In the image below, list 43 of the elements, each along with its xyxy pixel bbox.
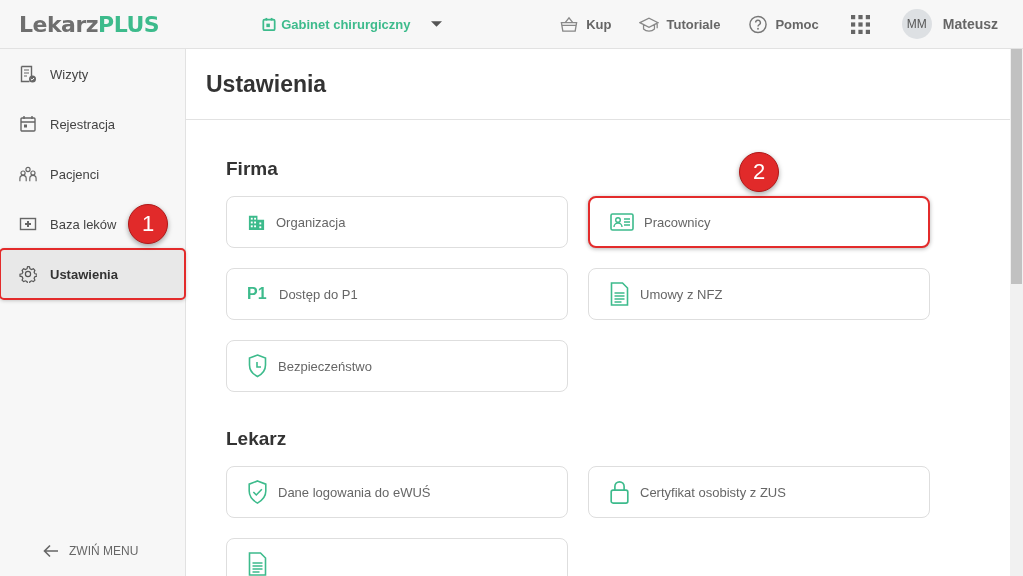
user-name[interactable]: Mateusz [942,16,998,32]
step-badge: 1 [128,204,168,244]
settings-icon [19,265,37,283]
document-check-icon [19,65,37,83]
page-title: Ustawienia [206,70,327,98]
settings-card[interactable] [226,538,568,576]
settings-card[interactable]: Organizacja [226,196,568,248]
shield-clock-icon [247,354,268,378]
document-icon [247,552,268,576]
buy-button[interactable]: Kup [559,14,612,34]
tutorials-button[interactable]: Tutoriale [639,14,721,34]
calendar-icon [19,115,37,133]
section-title: Firma [226,158,278,180]
people-icon [19,165,37,183]
lock-icon [609,480,630,504]
logo[interactable]: LekarzPLUS [19,11,160,37]
basket-icon [559,14,580,34]
calendar-icon [262,16,277,32]
shield-check-icon [247,480,268,504]
apps-grid-icon[interactable] [850,14,870,34]
step-badge: 2 [739,152,779,192]
sidebar-item[interactable]: Ustawienia [0,249,185,299]
settings-card[interactable]: Umowy z NFZ [588,268,930,320]
sidebar-item[interactable]: Wizyty [0,49,185,99]
caret-icon [431,21,443,27]
sidebar-item[interactable]: Pacjenci [0,149,185,199]
settings-card[interactable]: P1 Dostęp do P1 [226,268,568,320]
help-icon [748,14,769,34]
settings-card[interactable]: Pracownicy [588,196,930,248]
settings-card[interactable]: Certyfikat osobisty z ZUS [588,466,930,518]
scrollbar[interactable] [1010,49,1023,576]
id-card-icon [610,213,634,231]
help-button[interactable]: Pomoc [748,14,819,34]
card-icon-text: P1 [247,285,268,303]
arrow-left-icon [43,544,59,558]
settings-card[interactable]: Bezpieczeństwo [226,340,568,392]
medical-kit-icon [19,215,37,233]
user-avatar[interactable]: MM [901,9,932,39]
document-icon [609,282,630,306]
settings-card[interactable]: Dane logowania do eWUŚ [226,466,568,518]
sidebar-item[interactable]: Rejestracja [0,99,185,149]
collapse-menu-button[interactable]: ZWIŃ MENU [43,544,185,558]
section-title: Lekarz [226,428,287,450]
